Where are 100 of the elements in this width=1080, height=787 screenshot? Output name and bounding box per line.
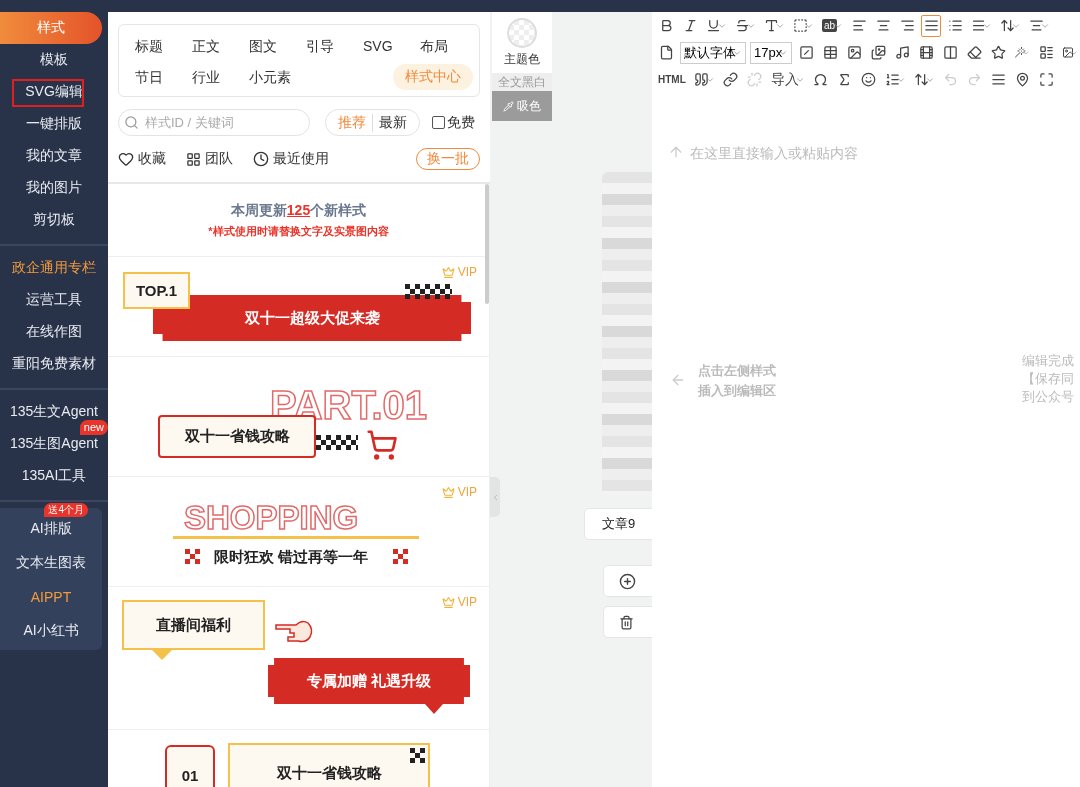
strikethrough-icon bbox=[735, 18, 750, 33]
search-field[interactable]: 样式ID / 关键词 bbox=[118, 109, 310, 136]
add-button[interactable] bbox=[603, 565, 652, 597]
format-icon bbox=[991, 72, 1007, 87]
banner-text: 专属加赠 礼遇升级 bbox=[268, 658, 470, 704]
checkbox[interactable] bbox=[432, 116, 445, 129]
filter-link[interactable]: 团队 bbox=[186, 150, 233, 168]
editor-placeholder: 在这里直接输入或粘贴内容 bbox=[690, 145, 858, 163]
special-character-icon bbox=[813, 72, 829, 87]
category-tab[interactable]: 引导 bbox=[306, 34, 363, 58]
sidebar-item[interactable]: 剪切板 bbox=[0, 204, 108, 236]
delete-button[interactable] bbox=[603, 606, 652, 638]
up-arrow-icon bbox=[668, 144, 684, 160]
heading-art-text: SHOPPING bbox=[184, 501, 359, 534]
number-label: 01 bbox=[165, 745, 215, 787]
sidebar-item[interactable]: AIPPT bbox=[0, 580, 102, 614]
slogan-text: 限时狂欢 错过再等一年 bbox=[214, 548, 369, 567]
sidebar-item[interactable]: 我的文章 bbox=[0, 140, 108, 172]
align-icon bbox=[875, 18, 891, 33]
sidebar-item[interactable]: 在线作图 bbox=[0, 316, 108, 348]
italic-icon bbox=[682, 18, 698, 33]
gallery-icon bbox=[870, 45, 886, 60]
text-direction-icon bbox=[913, 72, 929, 87]
sort-option[interactable]: 最新 bbox=[372, 113, 413, 132]
undo-icon bbox=[943, 72, 959, 87]
sidebar-item[interactable]: 我的图片 bbox=[0, 172, 108, 204]
align-button[interactable] bbox=[921, 14, 942, 37]
underline-icon bbox=[706, 18, 721, 33]
theme-color-swatch[interactable] bbox=[507, 18, 537, 48]
crown-icon bbox=[441, 485, 455, 499]
style-card[interactable]: PART.01 双十一省钱攻略 bbox=[108, 357, 489, 477]
category-tab[interactable]: SVG bbox=[363, 34, 420, 58]
update-notice: 本周更新125个新样式 bbox=[230, 201, 367, 220]
magic-wand-icon bbox=[1014, 45, 1027, 60]
music-icon bbox=[894, 45, 910, 60]
quote-icon bbox=[693, 72, 709, 87]
category-tab[interactable]: 标题 bbox=[135, 34, 192, 58]
unlink-icon bbox=[747, 72, 763, 87]
indent-icon bbox=[947, 18, 963, 33]
category-tab[interactable]: 正文 bbox=[192, 34, 249, 58]
category-tab[interactable]: 小元素 bbox=[249, 65, 306, 89]
banner-text: 双十一超级大促来袭 bbox=[153, 295, 471, 341]
insert-hint: 插入到编辑区 bbox=[698, 382, 776, 400]
category-tab[interactable]: 图文 bbox=[249, 34, 306, 58]
style-card[interactable]: VIP SHOPPING 限时狂欢 错过再等一年 bbox=[108, 477, 489, 587]
list-layout-icon bbox=[1038, 45, 1054, 60]
promo-badge: new bbox=[79, 420, 108, 435]
category-tab[interactable]: 行业 bbox=[192, 65, 249, 89]
editor-area[interactable]: ab 默认字体 17px HTML 导入 在这里直接输入或粘贴内容 点击左侧样式 插入到编辑区 编辑完成 【保存同 到公众号 bbox=[652, 12, 1080, 787]
checker-drawing bbox=[393, 549, 408, 564]
collapse-handle[interactable] bbox=[490, 477, 500, 517]
video-icon bbox=[918, 45, 934, 60]
save-hint: 到公众号 bbox=[1022, 388, 1074, 406]
category-tab[interactable]: 布局 bbox=[420, 34, 477, 58]
outdent-icon bbox=[971, 18, 987, 33]
tail-drawing bbox=[152, 650, 172, 660]
heading-text: 直播间福利 bbox=[122, 600, 265, 650]
rank-label: TOP.1 bbox=[123, 272, 190, 309]
free-checkbox[interactable]: 免费 bbox=[432, 113, 475, 132]
filter-link[interactable]: 最近使用 bbox=[253, 150, 329, 168]
heart-icon bbox=[118, 151, 134, 167]
map-icon bbox=[1015, 72, 1031, 87]
fullscreen-icon bbox=[1039, 72, 1055, 87]
sidebar-item[interactable]: 政企通用专栏 bbox=[0, 252, 108, 284]
sidebar-item[interactable]: 运营工具 bbox=[0, 284, 108, 316]
theme-color-label: 主题色 bbox=[503, 51, 541, 68]
filter-link[interactable]: 收藏 bbox=[118, 150, 166, 168]
sidebar-item[interactable]: SVG编辑 bbox=[0, 76, 108, 108]
align-icon bbox=[851, 18, 867, 33]
link-icon bbox=[723, 72, 739, 87]
checker-drawing bbox=[185, 549, 200, 564]
font-select[interactable]: 默认字体 bbox=[680, 41, 746, 64]
style-card[interactable]: VIP 直播间福利 专属加赠 礼遇升级 bbox=[108, 587, 489, 730]
style-card[interactable]: VIP 双十一超级大促来袭 TOP.1 bbox=[108, 257, 489, 357]
sidebar-item[interactable]: 文本生图表 bbox=[0, 546, 102, 580]
checker-drawing bbox=[405, 284, 452, 299]
plus-icon bbox=[619, 572, 636, 590]
heading-text: 双十一省钱攻略 bbox=[228, 743, 430, 787]
image-icon bbox=[846, 45, 862, 60]
vip-label: VIP bbox=[441, 265, 477, 279]
font-size-select[interactable]: 17px bbox=[750, 41, 793, 64]
style-card[interactable]: 01 双十一省钱攻略 bbox=[108, 730, 489, 787]
paragraph-spacing-icon bbox=[1029, 18, 1045, 33]
article-tab[interactable]: 文章9 bbox=[584, 508, 652, 540]
favorite-icon bbox=[990, 45, 1006, 60]
line-spacing-icon bbox=[1000, 18, 1016, 33]
clock-icon bbox=[253, 151, 269, 167]
search-icon bbox=[124, 115, 139, 130]
sidebar-item[interactable]: 135AI工具 bbox=[0, 460, 108, 492]
category-tab[interactable]: 节日 bbox=[135, 65, 192, 89]
sidebar-item[interactable]: AI小红书 bbox=[0, 614, 102, 648]
redo-icon bbox=[967, 72, 983, 87]
align-icon bbox=[899, 18, 915, 33]
sidebar-item[interactable]: 一键排版 bbox=[0, 108, 108, 140]
sidebar-item[interactable]: 重阳免费素材 bbox=[0, 348, 108, 380]
scrollbar-thumb[interactable] bbox=[485, 184, 489, 304]
text-border-icon bbox=[793, 18, 808, 33]
sidebar-item[interactable]: 模板 bbox=[0, 44, 108, 76]
cart-icon bbox=[366, 429, 398, 461]
eraser-icon bbox=[966, 45, 982, 60]
